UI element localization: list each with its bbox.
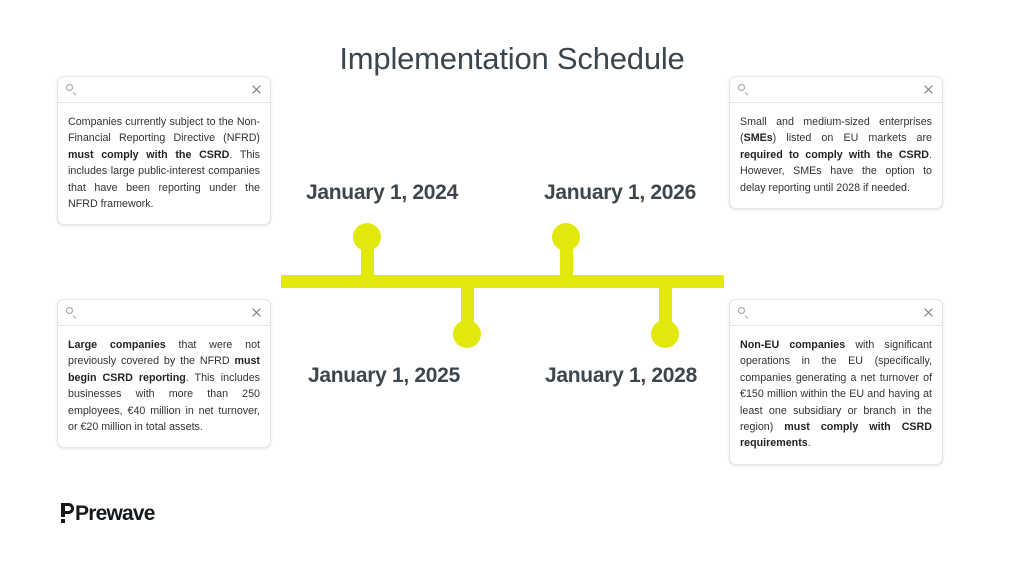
milestone-node[interactable] bbox=[651, 320, 679, 348]
prewave-logo-mark-icon bbox=[61, 502, 74, 524]
milestone-date-2028: January 1, 2028 bbox=[545, 364, 697, 387]
close-icon[interactable] bbox=[251, 84, 262, 95]
card-body: Small and medium-sized enterprises (SMEs… bbox=[740, 116, 932, 194]
close-icon[interactable] bbox=[251, 307, 262, 318]
card-body: Non-EU companies with significant operat… bbox=[740, 339, 932, 450]
card-body: Large companies that were not previously… bbox=[68, 339, 261, 434]
prewave-logo-text: Prewave bbox=[75, 501, 155, 525]
page-title: Implementation Schedule bbox=[339, 41, 685, 76]
slide-canvas: Implementation Schedule January 1, 2024 … bbox=[0, 0, 1024, 571]
close-icon[interactable] bbox=[923, 307, 934, 318]
search-icon[interactable] bbox=[66, 84, 77, 96]
info-card-bottom-left[interactable]: Large companies that were not previously… bbox=[57, 299, 271, 449]
milestone-date-2026: January 1, 2026 bbox=[544, 181, 696, 204]
card-body: Companies currently subject to the Non-F… bbox=[68, 116, 261, 211]
milestone-stem bbox=[659, 283, 672, 323]
search-icon[interactable] bbox=[738, 84, 749, 96]
timeline-axis bbox=[281, 275, 724, 288]
info-card-top-right[interactable]: Small and medium-sized enterprises (SMEs… bbox=[729, 76, 943, 210]
info-card-bottom-right[interactable]: Non-EU companies with significant operat… bbox=[729, 299, 943, 465]
card-header bbox=[730, 77, 942, 103]
milestone-node[interactable] bbox=[353, 223, 381, 251]
card-header bbox=[730, 300, 942, 326]
search-icon[interactable] bbox=[66, 307, 77, 319]
prewave-logo: Prewave bbox=[61, 500, 155, 526]
card-header bbox=[58, 77, 270, 103]
info-card-top-left[interactable]: Companies currently subject to the Non-F… bbox=[57, 76, 271, 226]
search-icon[interactable] bbox=[738, 307, 749, 319]
close-icon[interactable] bbox=[923, 84, 934, 95]
card-header bbox=[58, 300, 270, 326]
milestone-node[interactable] bbox=[552, 223, 580, 251]
milestone-date-2025: January 1, 2025 bbox=[308, 364, 460, 387]
milestone-stem bbox=[461, 283, 474, 323]
milestone-date-2024: January 1, 2024 bbox=[306, 181, 458, 204]
milestone-node[interactable] bbox=[453, 320, 481, 348]
